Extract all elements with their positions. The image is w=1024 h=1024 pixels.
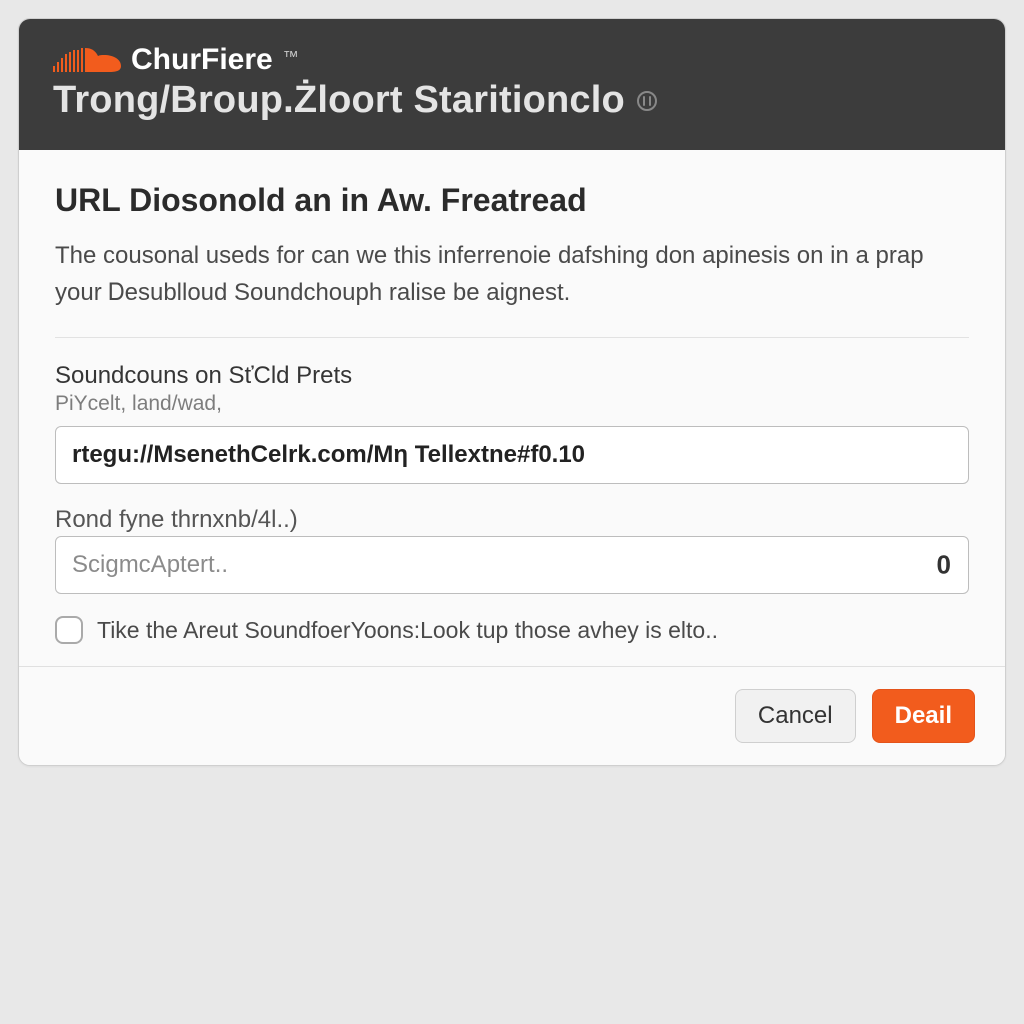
brand-name: ChurFiere xyxy=(131,43,273,77)
description-text: The cousonal useds for can we this infer… xyxy=(55,237,969,311)
divider xyxy=(55,337,969,338)
checkbox-label: Tike the Areut SoundfoerYoons:Look tup t… xyxy=(97,617,718,644)
confirm-button[interactable]: Deail xyxy=(872,689,975,743)
second-field-label: Rond fyne thrnxnb/4l..) xyxy=(55,506,969,534)
second-field-group: Rond fyne thrnxnb/4l..) 0 xyxy=(55,506,969,594)
dialog-footer: Cancel Deail xyxy=(19,666,1005,765)
dialog-body: URL Diosonold an in Aw. Freatread The co… xyxy=(19,150,1005,666)
dialog: ChurFiere ™ Trong/Broup.Żloort Starition… xyxy=(18,18,1006,766)
dialog-title-text: Trong/Broup.Żloort Staritionclo xyxy=(53,79,625,122)
url-field-group: Soundcouns on SťCld Prets PiYcelt, land/… xyxy=(55,362,969,484)
url-field-sublabel: PiYcelt, land/wad, xyxy=(55,392,969,416)
cancel-button[interactable]: Cancel xyxy=(735,689,856,743)
trademark-symbol: ™ xyxy=(283,49,299,67)
section-heading: URL Diosonold an in Aw. Freatread xyxy=(55,182,969,219)
dialog-header: ChurFiere ™ Trong/Broup.Żloort Starition… xyxy=(19,19,1005,150)
brand-row: ChurFiere ™ xyxy=(53,43,971,77)
char-counter: 0 xyxy=(937,550,951,581)
url-input[interactable] xyxy=(55,426,969,484)
sync-icon xyxy=(635,89,659,113)
title-input[interactable] xyxy=(55,536,969,594)
soundcloud-icon xyxy=(53,44,123,76)
checkbox-row: Tike the Areut SoundfoerYoons:Look tup t… xyxy=(55,616,969,644)
url-field-label: Soundcouns on SťCld Prets xyxy=(55,362,969,390)
agree-checkbox[interactable] xyxy=(55,616,83,644)
dialog-title: Trong/Broup.Żloort Staritionclo xyxy=(53,79,971,122)
